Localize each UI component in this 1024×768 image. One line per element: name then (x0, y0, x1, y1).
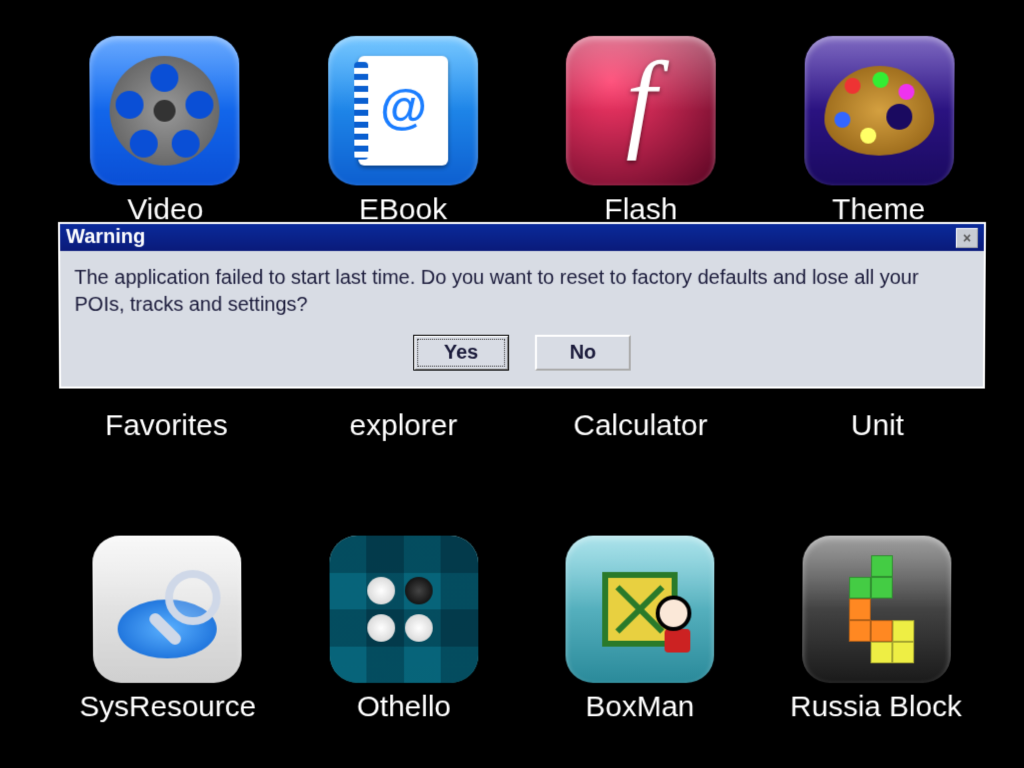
app-favorites[interactable]: Favorites (92, 402, 242, 503)
app-label: Russia Block (790, 691, 962, 724)
app-othello[interactable]: Othello (329, 536, 478, 724)
flash-icon: f (566, 36, 716, 185)
address-book-icon: @ (328, 36, 478, 185)
crate-icon (566, 536, 715, 683)
film-reel-icon (89, 36, 240, 185)
dialog-button-row: Yes No (61, 323, 984, 387)
app-ebook[interactable]: @ EBook (328, 36, 478, 227)
app-label: Favorites (105, 409, 228, 443)
app-video[interactable]: Video (89, 36, 240, 227)
app-label: Othello (357, 691, 451, 724)
warning-dialog: Warning × The application failed to star… (58, 222, 986, 389)
dialog-titlebar: Warning × (60, 224, 984, 251)
app-russiablock[interactable]: Russia Block (790, 536, 963, 724)
app-boxman[interactable]: BoxMan (566, 536, 715, 724)
app-label: BoxMan (585, 691, 694, 724)
no-button[interactable]: No (535, 335, 631, 371)
app-explorer[interactable]: explorer (329, 402, 478, 503)
app-sysresource[interactable]: SysResource (78, 536, 256, 724)
app-label: Unit (851, 409, 904, 443)
othello-board-icon (329, 536, 478, 683)
app-label: Calculator (573, 409, 707, 443)
yes-button[interactable]: Yes (413, 335, 509, 371)
app-label: SysResource (79, 691, 256, 724)
app-calculator[interactable]: Calculator (566, 402, 715, 503)
app-label: explorer (350, 409, 458, 443)
palette-icon (804, 36, 955, 185)
dialog-title: Warning (66, 226, 145, 249)
magnifier-disc-icon (93, 536, 242, 683)
app-theme[interactable]: Theme (804, 36, 955, 227)
app-unit[interactable]: Unit (803, 402, 953, 503)
tetris-icon (802, 536, 951, 683)
dialog-message: The application failed to start last tim… (60, 251, 984, 323)
app-flash[interactable]: f Flash (566, 36, 716, 227)
close-button[interactable]: × (956, 227, 978, 247)
